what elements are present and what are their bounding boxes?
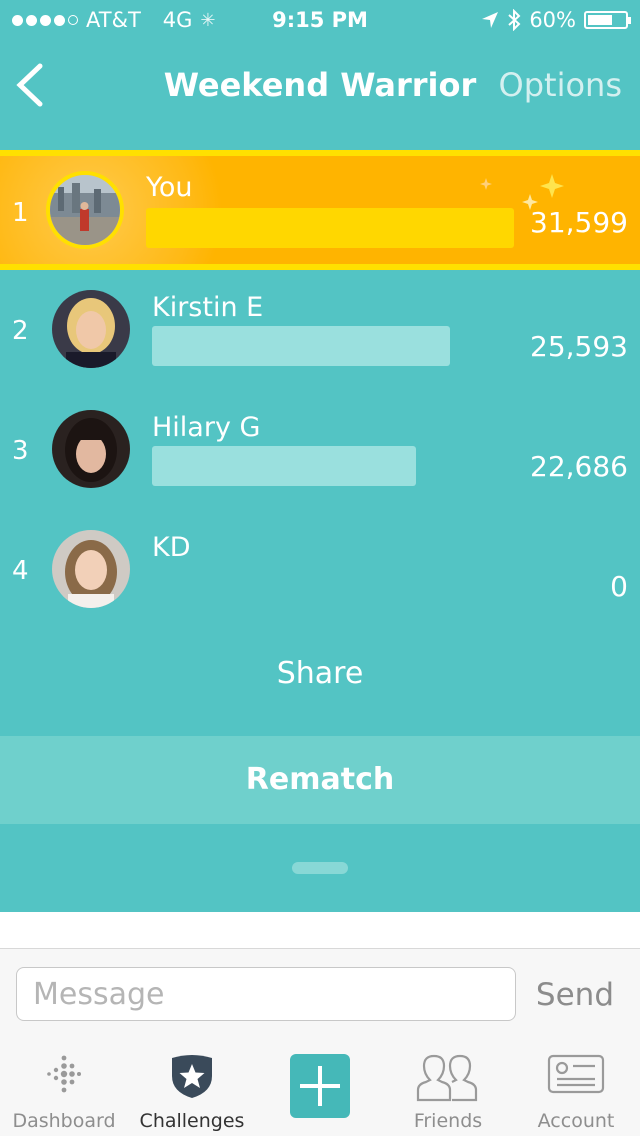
leaderboard-row-you[interactable]: 1 You 31,599 — [0, 150, 640, 270]
tab-label: Friends — [413, 1110, 483, 1132]
message-input[interactable] — [16, 967, 516, 1021]
rank-number: 3 — [12, 436, 29, 466]
sparkle-icon — [480, 174, 564, 210]
rank-number: 4 — [12, 556, 29, 586]
battery-icon — [584, 11, 631, 29]
location-arrow-icon — [482, 12, 499, 28]
steps-progress-bar — [146, 208, 514, 248]
drag-handle[interactable] — [292, 862, 348, 874]
participant-name: KD — [152, 532, 191, 563]
avatar — [52, 410, 130, 488]
tab-add[interactable] — [256, 1038, 384, 1136]
tab-label: Dashboard — [12, 1110, 116, 1132]
participant-name: Kirstin E — [152, 292, 264, 323]
leaderboard-row[interactable]: 2 Kirstin E 25,593 — [0, 270, 640, 390]
nav-bar: Weekend Warrior Options — [0, 40, 640, 130]
tab-label: Challenges — [139, 1110, 245, 1132]
steps-progress-bar — [152, 326, 450, 366]
participant-name: Hilary G — [152, 412, 261, 443]
bluetooth-icon — [508, 9, 521, 31]
share-button[interactable]: Share — [0, 656, 640, 691]
tab-dashboard[interactable]: Dashboard — [0, 1038, 128, 1136]
id-card-icon — [547, 1054, 605, 1094]
tab-bar: Dashboard Challenges Friends Account — [0, 1038, 640, 1136]
shield-star-icon — [172, 1055, 212, 1098]
tab-label: Account — [537, 1110, 615, 1132]
leaderboard-row[interactable]: 3 Hilary G 22,686 — [0, 390, 640, 510]
tab-challenges[interactable]: Challenges — [128, 1038, 256, 1136]
rematch-button[interactable]: Rematch — [0, 736, 640, 824]
steps-count: 22,686 — [530, 450, 628, 483]
tab-account[interactable]: Account — [512, 1038, 640, 1136]
friends-icon — [416, 1054, 478, 1102]
status-bar: AT&T 4G ✳ 9:15 PM 60% — [0, 0, 640, 40]
battery-percent: 60% — [529, 8, 576, 32]
steps-progress-bar — [152, 446, 416, 486]
avatar — [52, 530, 130, 608]
message-bar: Send — [0, 948, 640, 1040]
avatar — [46, 171, 124, 249]
avatar — [52, 290, 130, 368]
steps-count: 0 — [610, 570, 628, 603]
tab-friends[interactable]: Friends — [384, 1038, 512, 1136]
options-button[interactable]: Options — [499, 66, 622, 104]
participant-name: You — [146, 172, 193, 203]
dashboard-dots-icon — [47, 1055, 81, 1093]
plus-icon — [290, 1054, 350, 1118]
steps-count: 25,593 — [530, 330, 628, 363]
rank-number: 1 — [12, 198, 29, 228]
send-button[interactable]: Send — [536, 977, 614, 1013]
rank-number: 2 — [12, 316, 29, 346]
leaderboard-row[interactable]: 4 KD 0 — [0, 510, 640, 630]
